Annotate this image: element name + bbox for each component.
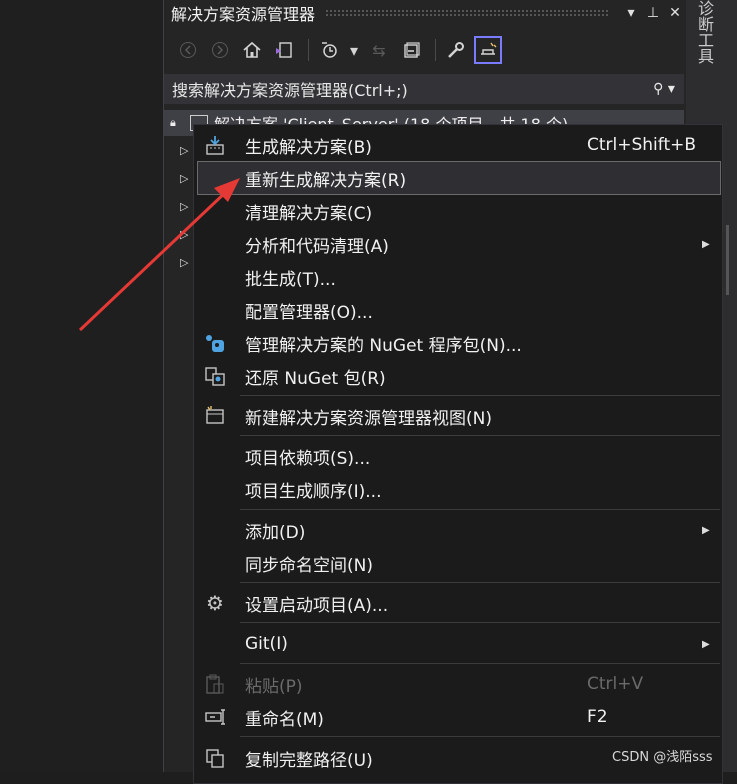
watermark: CSDN @浅陌sss [612,750,713,765]
annotation-arrow [78,178,240,332]
